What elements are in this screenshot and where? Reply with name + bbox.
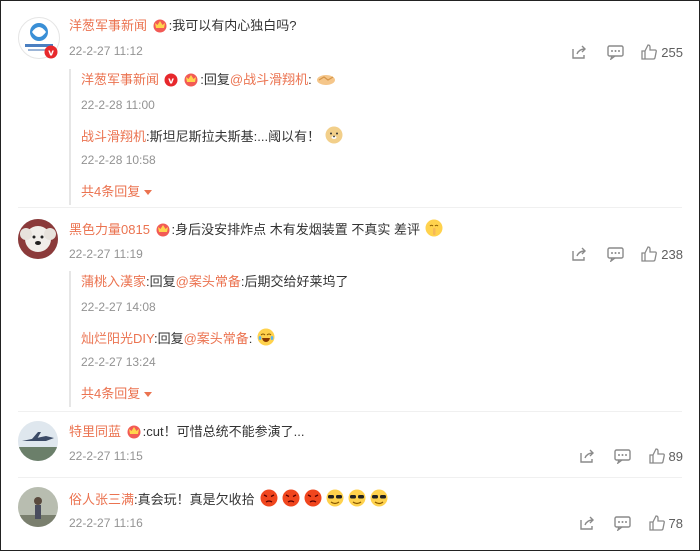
like-count: 255 <box>661 44 683 60</box>
share-icon[interactable] <box>569 514 605 532</box>
comment-actions: 78 <box>569 514 683 532</box>
reply-line: 蒲桃入漢家:回复@案头常备:后期交给好莱坞了 <box>81 273 348 291</box>
username[interactable]: 洋葱军事新闻 <box>69 18 147 33</box>
comment-time: 22-2-27 11:19 <box>69 247 143 261</box>
reply-prefix: :回复 <box>146 274 176 289</box>
reply-line: 战斗滑翔机:斯坦尼斯拉夫斯基:...阈以有！ <box>81 126 344 146</box>
caret-down-icon <box>143 190 152 195</box>
reply-list: 洋葱军事新闻 v :回复@战斗滑翔机: 22-2-28 11:00 战斗滑翔机:… <box>69 69 671 205</box>
thumbs-up-icon <box>648 448 665 464</box>
more-replies-label: 共4条回复 <box>81 386 141 401</box>
angry-emoji-icon <box>282 489 300 507</box>
reply-time: 22-2-27 13:24 <box>81 355 156 369</box>
comment-text: :cut！可惜总统不能参演了... <box>142 424 305 439</box>
handshake-emoji-icon <box>317 75 336 85</box>
reply-list: 蒲桃入漢家:回复@案头常备:后期交给好莱坞了 22-2-27 14:08 灿烂阳… <box>69 271 671 407</box>
thumbs-up-icon <box>641 44 658 60</box>
member-crown-icon <box>156 223 170 237</box>
share-icon[interactable] <box>561 43 597 61</box>
reply-username[interactable]: 战斗滑翔机 <box>81 129 146 144</box>
comment-icon[interactable] <box>597 245 633 263</box>
like-count: 238 <box>661 246 683 262</box>
comment-text: :我可以有内心独白吗? <box>168 18 297 33</box>
more-replies-label: 共4条回复 <box>81 184 141 199</box>
sunglasses-emoji-icon <box>348 489 366 507</box>
reply-text: : <box>248 331 253 346</box>
comment-actions: 255 <box>561 43 683 61</box>
avatar[interactable] <box>18 487 58 527</box>
divider <box>18 207 682 208</box>
view-more-replies-link[interactable]: 共4条回复 <box>81 383 152 402</box>
like-button[interactable]: 238 <box>641 245 683 263</box>
comment-icon[interactable] <box>605 514 641 532</box>
svg-text:v: v <box>168 77 174 87</box>
reply-time: 22-2-28 11:00 <box>81 98 155 112</box>
angry-emoji-icon <box>304 489 322 507</box>
reply-time: 22-2-27 14:08 <box>81 300 156 314</box>
reply-line: 灿烂阳光DIY:回复@案头常备: <box>81 328 276 348</box>
avatar[interactable] <box>18 421 58 461</box>
like-button[interactable]: 255 <box>641 43 683 61</box>
reply-time: 22-2-28 10:58 <box>81 153 156 167</box>
member-crown-icon <box>153 19 167 33</box>
laugh-cry-emoji-icon <box>257 328 275 346</box>
comment-time: 22-2-27 11:12 <box>69 44 143 58</box>
comment-line: 俗人张三满:真会玩！真是欠收拾 <box>69 489 390 509</box>
comment-line: 洋葱军事新闻 :我可以有内心独白吗? <box>69 17 296 35</box>
verified-badge-icon: v <box>164 73 178 87</box>
reply-username[interactable]: 蒲桃入漢家 <box>81 274 146 289</box>
like-count: 89 <box>668 448 683 464</box>
mention-link[interactable]: @案头常备 <box>176 274 241 289</box>
comment-time: 22-2-27 11:15 <box>69 449 143 463</box>
divider <box>18 411 682 412</box>
sunglasses-emoji-icon <box>370 489 388 507</box>
doge-emoji-icon <box>325 126 343 144</box>
verified-badge-icon: v <box>44 45 58 59</box>
comment-line: 黑色力量0815 :身后没安排炸点 木有发烟装置 不真实 差评 <box>69 219 444 239</box>
share-icon[interactable] <box>569 447 605 465</box>
caret-down-icon <box>143 392 152 397</box>
mention-link[interactable]: @案头常备 <box>184 331 249 346</box>
comment-time: 22-2-27 11:16 <box>69 516 143 530</box>
thumbs-up-icon <box>641 246 658 262</box>
sunglasses-emoji-icon <box>326 489 344 507</box>
shush-emoji-icon <box>425 219 443 237</box>
reply-username[interactable]: 洋葱军事新闻 <box>81 72 159 87</box>
reply-line: 洋葱军事新闻 v :回复@战斗滑翔机: <box>81 71 337 89</box>
comment-icon[interactable] <box>597 43 633 61</box>
like-button[interactable]: 78 <box>648 514 683 532</box>
like-count: 78 <box>668 515 683 531</box>
angry-emoji-icon <box>260 489 278 507</box>
svg-text:v: v <box>48 49 54 59</box>
reply-text: : <box>308 72 312 87</box>
comment-text: :真会玩！真是欠收拾 <box>134 492 255 507</box>
comment-line: 特里同蓝 :cut！可惜总统不能参演了... <box>69 423 304 441</box>
username[interactable]: 俗人张三满 <box>69 492 134 507</box>
view-more-replies-link[interactable]: 共4条回复 <box>81 181 152 200</box>
comment-actions: 238 <box>561 245 683 263</box>
member-crown-icon <box>127 425 141 439</box>
member-crown-icon <box>184 73 198 87</box>
comment-text: :身后没安排炸点 木有发烟装置 不真实 差评 <box>171 222 420 237</box>
username[interactable]: 黑色力量0815 <box>69 222 150 237</box>
divider <box>18 477 682 478</box>
comment-icon[interactable] <box>605 447 641 465</box>
comment-actions: 89 <box>569 447 683 465</box>
reply-text: :斯坦尼斯拉夫斯基:...阈以有！ <box>146 129 321 144</box>
reply-prefix: :回复 <box>153 331 184 346</box>
comment-list: v 洋葱军事新闻 :我可以有内心独白吗? 22-2-27 11:12 255 洋… <box>0 0 700 551</box>
username[interactable]: 特里同蓝 <box>69 424 121 439</box>
reply-username[interactable]: 灿烂阳光DIY <box>81 331 154 346</box>
reply-text: :后期交给好莱坞了 <box>240 274 349 289</box>
mention-link[interactable]: @战斗滑翔机 <box>230 72 308 87</box>
share-icon[interactable] <box>561 245 597 263</box>
like-button[interactable]: 89 <box>648 447 683 465</box>
thumbs-up-icon <box>648 515 665 531</box>
reply-prefix: :回复 <box>200 72 230 87</box>
avatar[interactable] <box>18 219 58 259</box>
